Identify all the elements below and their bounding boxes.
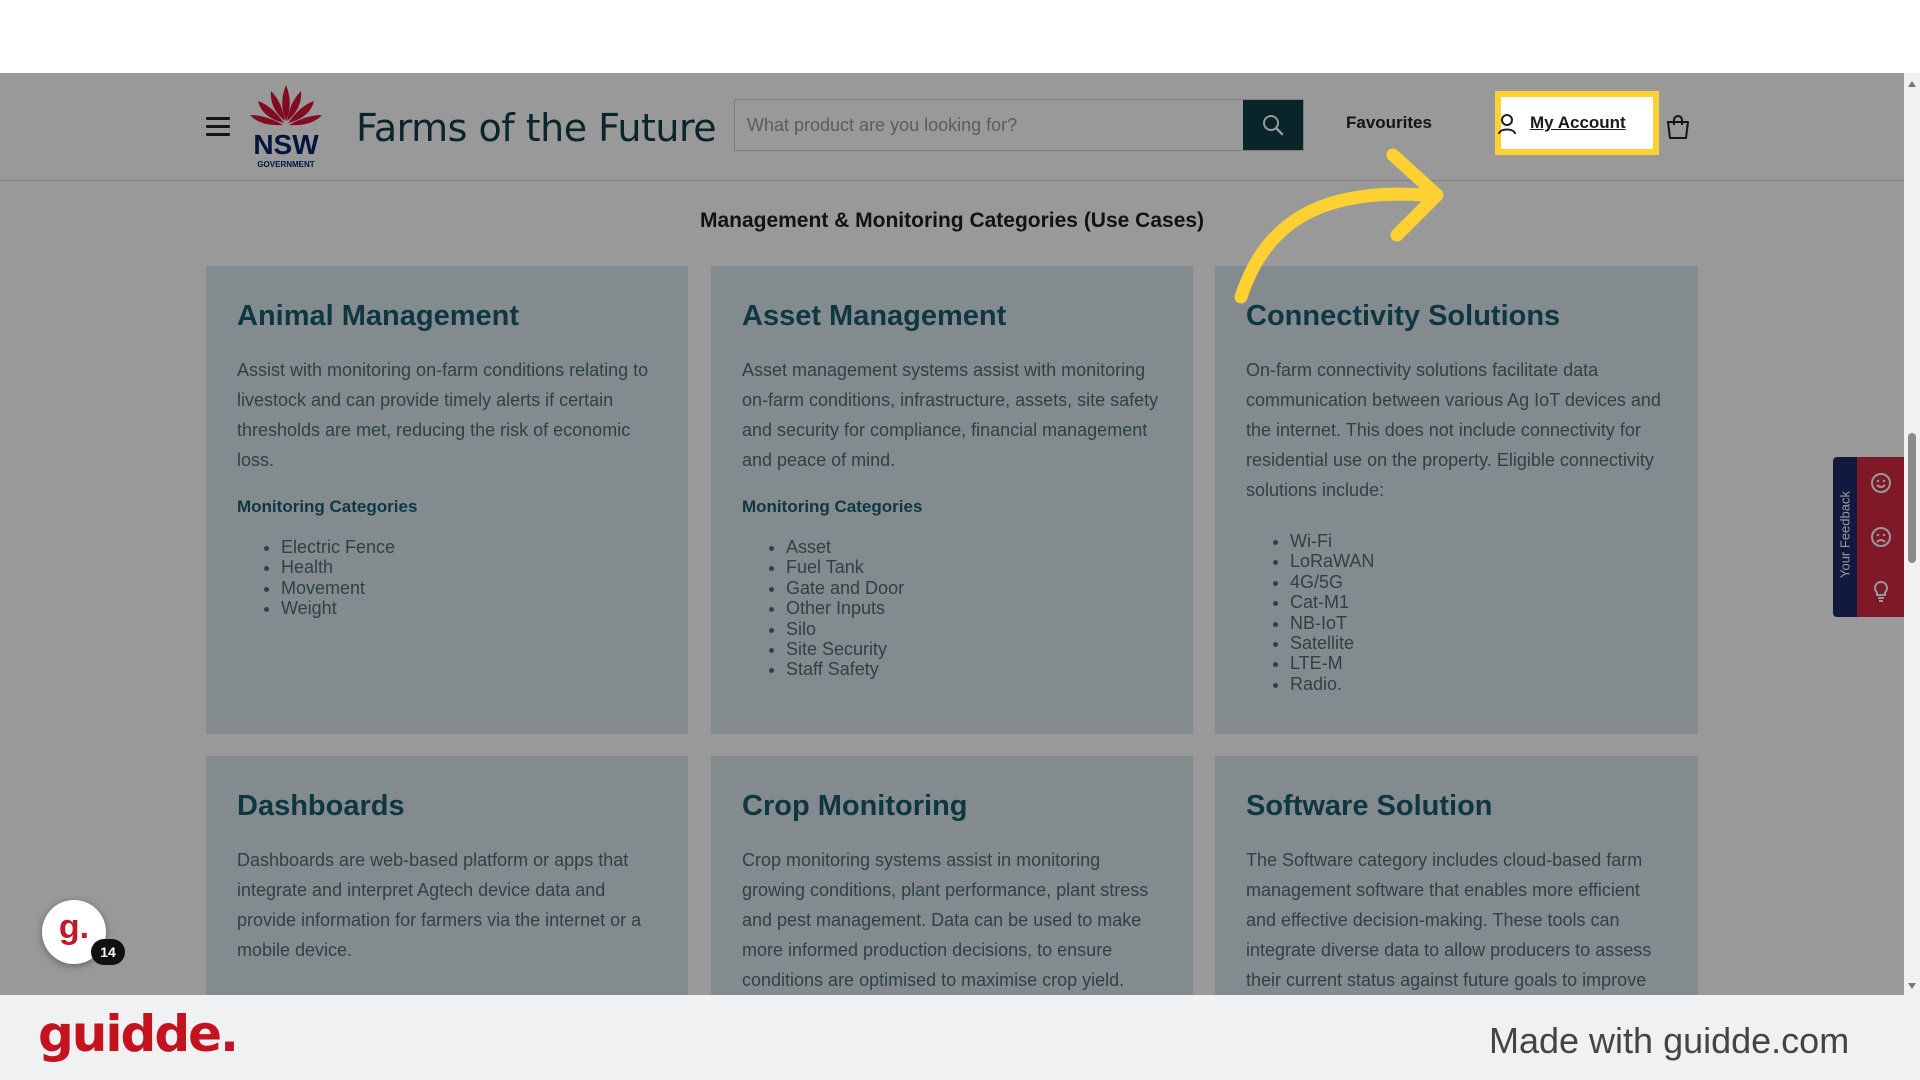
top-margin	[0, 0, 1920, 73]
guidde-badge: 14	[91, 939, 125, 965]
made-with-text: Made with guidde.com	[1489, 1020, 1850, 1061]
user-icon	[1498, 114, 1516, 135]
section-heading: Management & Monitoring Categories (Use …	[699, 209, 1205, 232]
list-item: Fuel Tank	[786, 557, 1162, 577]
nsw-government-logo[interactable]: NSW GOVERNMENT	[245, 83, 327, 173]
logo-subtext: GOVERNMENT	[257, 160, 314, 169]
card-dashboards[interactable]: Dashboards Dashboards are web-based plat…	[206, 756, 688, 995]
card-description: Crop monitoring systems assist in monito…	[742, 850, 1149, 990]
card-title: Animal Management	[237, 300, 519, 332]
scrollbar-thumb[interactable]	[1908, 433, 1916, 563]
card-title: Crop Monitoring	[742, 790, 968, 822]
list-item: Silo	[786, 619, 1162, 639]
card-software-solution[interactable]: Software Solution The Software category …	[1215, 756, 1698, 995]
feedback-label: Your Feedback	[1837, 491, 1853, 578]
card-subheading: Monitoring Categories	[742, 497, 923, 516]
card-animal-management[interactable]: Animal Management Assist with monitoring…	[206, 266, 688, 734]
menu-icon[interactable]	[206, 117, 230, 137]
feedback-tab[interactable]: Your Feedback	[1833, 457, 1857, 617]
feedback-widget[interactable]: Your Feedback	[1833, 457, 1906, 617]
site-title[interactable]: Farms of the Future	[356, 106, 717, 150]
list-item: NB-IoT	[1290, 613, 1667, 633]
list-item: Health	[281, 557, 657, 577]
pointer-arrow-icon	[1234, 148, 1444, 304]
list-item: Movement	[281, 578, 657, 598]
cart-icon[interactable]	[1664, 113, 1692, 141]
scroll-up-arrow-icon[interactable]	[1908, 81, 1916, 87]
card-list: Electric Fence Health Movement Weight	[281, 537, 657, 619]
list-item: Radio.	[1290, 674, 1667, 694]
card-subheading: Monitoring Categories	[237, 497, 418, 516]
search-bar	[734, 99, 1304, 151]
browser-viewport: NSW GOVERNMENT Farms of the Future Favou…	[0, 73, 1920, 995]
card-connectivity-solutions[interactable]: Connectivity Solutions On-farm connectiv…	[1215, 266, 1698, 734]
search-icon	[1263, 115, 1284, 136]
guidde-logo: guidde.	[38, 1005, 239, 1063]
list-item: Electric Fence	[281, 537, 657, 557]
list-item: LoRaWAN	[1290, 551, 1667, 571]
favourites-link[interactable]: Favourites	[1346, 113, 1432, 133]
lightbulb-icon[interactable]	[1869, 579, 1893, 603]
list-item: Site Security	[786, 639, 1162, 659]
card-list: Wi-Fi LoRaWAN 4G/5G Cat-M1 NB-IoT Satell…	[1290, 531, 1667, 694]
card-description: On-farm connectivity solutions facilitat…	[1246, 360, 1661, 500]
card-title: Software Solution	[1246, 790, 1493, 822]
list-item: Weight	[281, 598, 657, 618]
list-item: Satellite	[1290, 633, 1667, 653]
list-item: Other Inputs	[786, 598, 1162, 618]
search-input[interactable]	[735, 100, 1245, 150]
card-title: Asset Management	[742, 300, 1007, 332]
list-item: Staff Safety	[786, 659, 1162, 679]
card-list: Asset Fuel Tank Gate and Door Other Inpu…	[786, 537, 1162, 680]
list-item: 4G/5G	[1290, 572, 1667, 592]
card-description: The Software category includes cloud-bas…	[1246, 850, 1652, 990]
frown-icon[interactable]	[1869, 525, 1893, 549]
logo-text: NSW	[253, 129, 319, 160]
list-item: Asset	[786, 537, 1162, 557]
card-description: Assist with monitoring on-farm condition…	[237, 360, 649, 470]
list-item: LTE-M	[1290, 653, 1667, 673]
card-description: Asset management systems assist with mon…	[742, 360, 1159, 470]
feedback-icons	[1857, 457, 1906, 617]
my-account-button[interactable]: My Account	[1530, 113, 1626, 133]
scroll-down-arrow-icon[interactable]	[1908, 983, 1916, 989]
card-crop-monitoring[interactable]: Crop Monitoring Crop monitoring systems …	[711, 756, 1193, 995]
card-description: Dashboards are web-based platform or app…	[237, 850, 642, 960]
card-asset-management[interactable]: Asset Management Asset management system…	[711, 266, 1193, 734]
card-title: Dashboards	[237, 790, 405, 822]
list-item: Gate and Door	[786, 578, 1162, 598]
list-item: Wi-Fi	[1290, 531, 1667, 551]
list-item: Cat-M1	[1290, 592, 1667, 612]
smile-icon[interactable]	[1869, 471, 1893, 495]
